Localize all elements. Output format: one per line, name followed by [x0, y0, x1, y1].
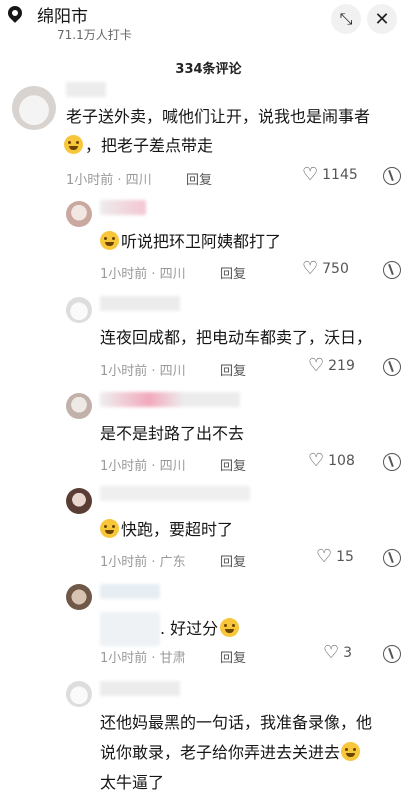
crying-emoji-icon	[64, 135, 83, 154]
like-count: 15	[336, 549, 354, 565]
location-header: 绵阳市 71.1万人打卡 ⤡ ✕	[0, 0, 417, 52]
redacted-username	[100, 392, 240, 407]
comment-text: 老子送外卖，喊他们让开，说我也是闹事者	[66, 107, 371, 126]
smile-emoji-icon	[100, 519, 119, 538]
comment-meta: 1小时前 · 甘肃	[100, 651, 186, 666]
heart-icon: ♡	[316, 546, 333, 567]
like-count: 219	[328, 358, 355, 374]
comment-text: 是不是封路了出不去	[100, 424, 245, 443]
redacted-username	[66, 82, 106, 97]
avatar[interactable]	[66, 297, 92, 323]
dislike-icon[interactable]	[383, 453, 401, 471]
like-count: 1145	[322, 167, 358, 183]
heart-icon: ♡	[323, 642, 340, 663]
like-count: 750	[322, 261, 349, 277]
avatar[interactable]	[66, 393, 92, 419]
comment-text: . 好过分	[160, 616, 241, 641]
comment-text: 快跑，要超时了	[100, 517, 233, 542]
like-count: 108	[328, 453, 355, 469]
grin-emoji-icon	[100, 231, 119, 250]
reply-button[interactable]: 回复	[220, 551, 246, 570]
location-pin-icon	[5, 3, 25, 23]
comment-text-3: 太牛逼了	[100, 773, 165, 792]
dislike-icon[interactable]	[383, 549, 401, 567]
reply-button[interactable]: 回复	[220, 647, 246, 666]
dislike-icon[interactable]	[383, 645, 401, 663]
laugh-cry-emoji-icon	[220, 618, 240, 637]
like-count: 3	[343, 645, 353, 661]
comment-text-2: 说你敢录，老子给你弄进去关进去	[100, 740, 362, 765]
comment-text: 连夜回成都，把电动车都卖了，沃日，	[100, 328, 373, 347]
avatar[interactable]	[66, 488, 92, 514]
comment-meta: 1小时前 · 四川	[66, 173, 152, 188]
comment-meta: 1小时前 · 广东	[100, 555, 186, 570]
avatar[interactable]	[66, 584, 92, 610]
location-title[interactable]: 绵阳市	[37, 2, 88, 27]
redacted-username	[100, 200, 146, 215]
comment-text: 听说把环卫阿姨都打了	[100, 229, 281, 254]
heart-icon: ♡	[308, 355, 325, 376]
like-button[interactable]: ♡ 219	[308, 357, 355, 375]
reply-button[interactable]: 回复	[220, 360, 246, 379]
comment-text: 还他妈最黑的一句话，我准备录像，他	[100, 713, 373, 732]
heart-icon: ♡	[302, 164, 319, 185]
heart-icon: ♡	[302, 258, 319, 279]
avatar[interactable]	[66, 681, 92, 707]
heart-icon: ♡	[308, 450, 325, 471]
like-button[interactable]: ♡ 108	[308, 452, 355, 470]
comment-meta: 1小时前 · 四川	[100, 459, 186, 474]
comment-meta: 1小时前 · 四川	[100, 267, 186, 282]
like-button[interactable]: ♡ 15	[316, 548, 354, 566]
redacted-username	[100, 681, 180, 696]
comment-text-2: ，把老子差点带走	[64, 133, 213, 158]
comment-count: 334条评论	[175, 62, 242, 77]
reply-button[interactable]: 回复	[220, 263, 246, 282]
checkin-count: 71.1万人打卡	[57, 28, 132, 42]
dislike-icon[interactable]	[383, 358, 401, 376]
like-button[interactable]: ♡ 750	[302, 260, 349, 278]
comment-meta: 1小时前 · 四川	[100, 364, 186, 379]
avatar[interactable]	[12, 86, 56, 130]
crying-emoji-icon	[341, 742, 361, 761]
avatar[interactable]	[66, 201, 92, 227]
dislike-icon[interactable]	[383, 167, 401, 185]
like-button[interactable]: ♡ 3	[323, 644, 352, 662]
like-button[interactable]: ♡ 1145	[302, 166, 358, 184]
redacted-username	[100, 486, 250, 501]
compress-icon[interactable]: ⤡	[331, 4, 361, 34]
redacted-username	[100, 296, 180, 311]
redacted-text	[100, 612, 160, 646]
close-icon[interactable]: ✕	[367, 4, 397, 34]
reply-button[interactable]: 回复	[220, 455, 246, 474]
reply-button[interactable]: 回复	[186, 169, 212, 188]
redacted-username	[100, 584, 160, 599]
dislike-icon[interactable]	[383, 261, 401, 279]
